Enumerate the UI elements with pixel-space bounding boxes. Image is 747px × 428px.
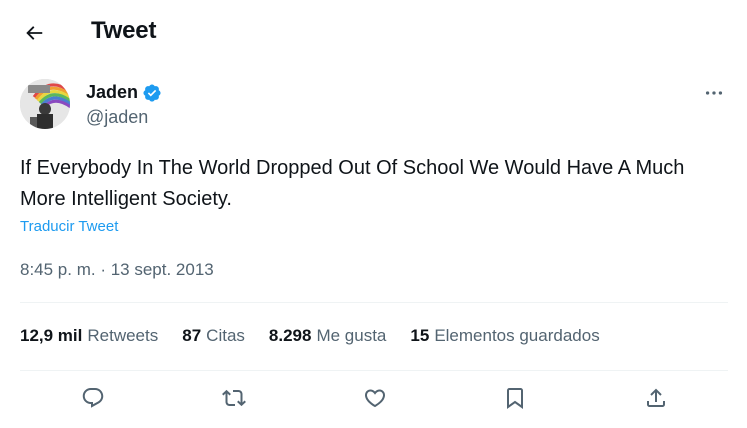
stat-label: Me gusta: [316, 326, 387, 345]
stat-likes[interactable]: 8.298 Me gusta: [269, 326, 386, 346]
tweet-text: If Everybody In The World Dropped Out Of…: [20, 157, 685, 210]
page-title: Tweet: [91, 17, 157, 44]
share-button[interactable]: [636, 378, 676, 418]
translate-tweet-link[interactable]: Traducir Tweet: [20, 218, 118, 235]
bookmark-button[interactable]: [495, 378, 535, 418]
stat-count: 8.298: [268, 326, 312, 345]
author-name[interactable]: Jaden: [86, 82, 138, 103]
back-button[interactable]: [14, 13, 54, 53]
tweet-header: Tweet: [0, 0, 747, 64]
stat-count: 12,9 mil: [20, 326, 83, 345]
tweet-stats: 12,9 mil Retweets 87 Citas 8.298 Me gust…: [20, 326, 624, 346]
tweet-author: Jaden @jaden: [20, 79, 730, 135]
tweet-actions: [0, 378, 747, 422]
avatar[interactable]: [20, 79, 70, 129]
author-handle[interactable]: @jaden: [86, 107, 148, 128]
author-name-row: Jaden: [86, 82, 162, 103]
retweet-icon: [222, 389, 246, 407]
stat-retweets[interactable]: 12,9 mil Retweets: [20, 326, 158, 346]
avatar-image: [20, 79, 70, 129]
retweet-button[interactable]: [214, 378, 254, 418]
heart-icon: [364, 389, 386, 408]
verified-badge-icon: [143, 83, 161, 102]
more-horizontal-icon: [705, 91, 723, 95]
share-icon: [647, 388, 665, 407]
stat-count: 15: [410, 326, 430, 345]
divider: [20, 302, 728, 303]
tweet-timestamp[interactable]: 8:45 p. m. · 13 sept. 2013: [20, 260, 214, 280]
more-options-button[interactable]: [698, 81, 730, 105]
stat-label: Elementos guardados: [434, 326, 600, 345]
arrow-left-icon: [26, 26, 43, 40]
stat-label: Citas: [206, 326, 245, 345]
stat-label: Retweets: [87, 326, 159, 345]
reply-icon: [82, 388, 104, 408]
stat-quotes[interactable]: 87 Citas: [182, 326, 245, 346]
bookmark-icon: [507, 388, 523, 409]
divider: [20, 370, 728, 371]
reply-button[interactable]: [73, 378, 113, 418]
stat-bookmarks[interactable]: 15 Elementos guardados: [410, 326, 599, 346]
stat-count: 87: [182, 326, 202, 345]
like-button[interactable]: [355, 378, 395, 418]
